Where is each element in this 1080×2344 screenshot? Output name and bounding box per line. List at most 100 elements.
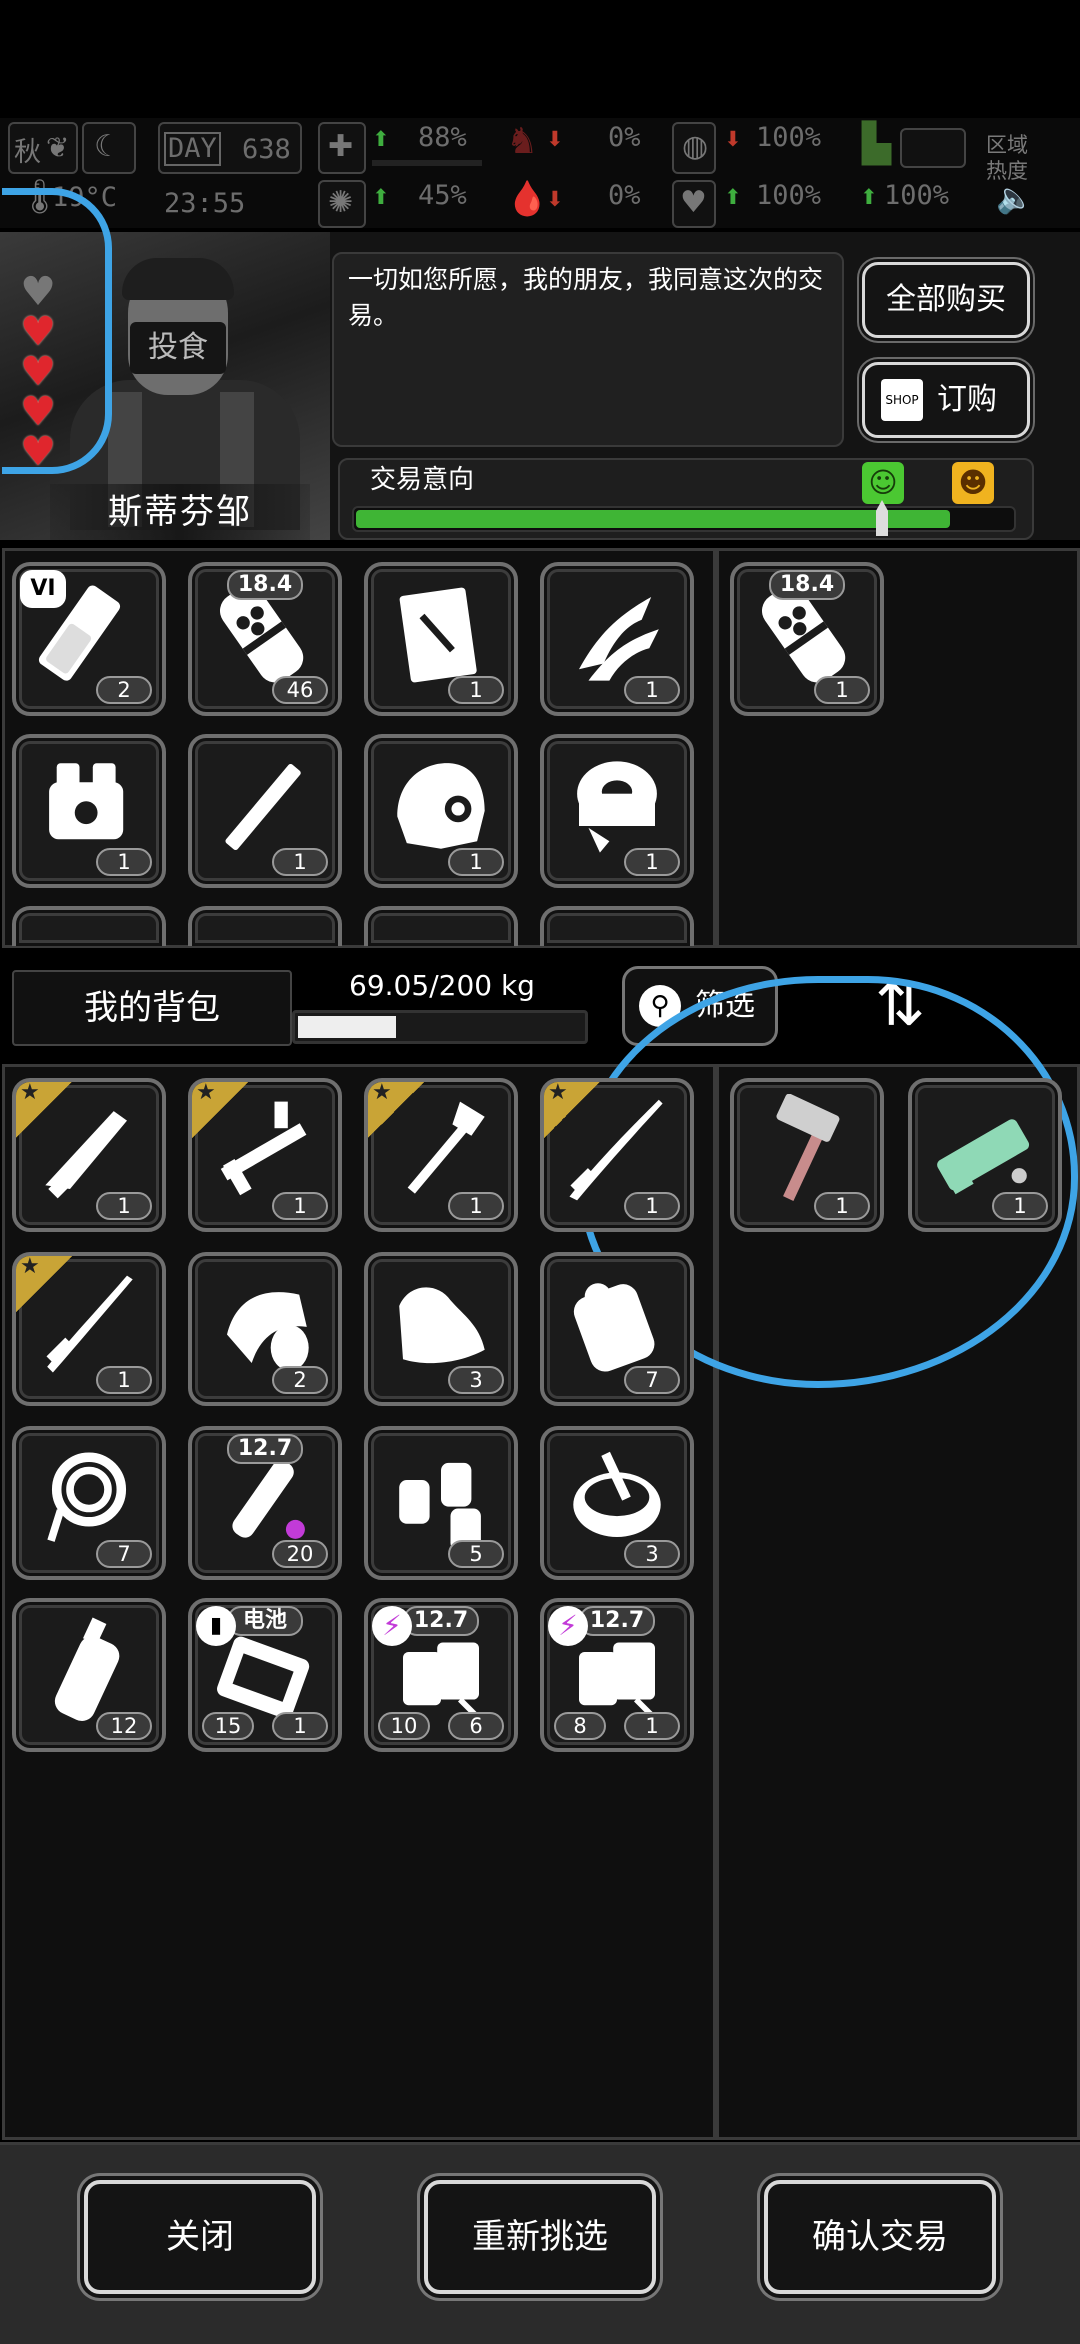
item-count: 1 — [992, 1192, 1048, 1220]
item-slot-partial[interactable] — [540, 906, 694, 946]
happy-face-icon: ☺ — [862, 462, 904, 504]
rope-icon — [47, 1452, 127, 1542]
item-count: 1 — [272, 1712, 328, 1740]
trade-intent-label: 交易意向 — [370, 465, 475, 495]
item-count: 1 — [624, 1712, 680, 1740]
item-slot-scroll[interactable]: 7 — [540, 1252, 694, 1406]
battery-icon: ▮ — [196, 1606, 236, 1646]
item-count: 1 — [96, 848, 152, 876]
season-indicator: 秋 ❦ — [8, 122, 78, 174]
stomach-icon: ◍ — [682, 129, 709, 164]
item-slot-katana[interactable]: ★ 1 — [540, 1078, 694, 1232]
spray-bottles-icon — [399, 1462, 481, 1551]
item-slot-bowl[interactable]: 3 — [540, 1426, 694, 1580]
weather-indicator: ☾ — [82, 122, 136, 174]
item-slot-ammo-18-4[interactable]: 18.4 1 — [730, 562, 884, 716]
energy-ammo-icon: ⚡ — [372, 1606, 412, 1646]
item-slot-plasma-gun[interactable]: 1 — [908, 1078, 1062, 1232]
item-slot-bandage[interactable]: 2 — [188, 1252, 342, 1406]
item-count: 1 — [624, 1192, 680, 1220]
item-slot-metal-rod[interactable]: 1 — [188, 734, 342, 888]
bleed-down-arrow: ⬇ — [546, 127, 564, 151]
item-slot-partial[interactable] — [12, 906, 166, 946]
season-label: 秋 — [14, 137, 41, 168]
order-button[interactable]: SHOP 订购 — [862, 362, 1030, 438]
item-count: 1 — [96, 1366, 152, 1394]
item-count: 1 — [814, 1192, 870, 1220]
item-slot-partial[interactable] — [188, 906, 342, 946]
blood-drop-icon: 🩸 — [506, 179, 549, 219]
equipment-bars — [900, 128, 966, 168]
item-slot-rope[interactable]: 7 — [12, 1426, 166, 1580]
health-bar — [372, 160, 482, 166]
item-slot-battery-pack[interactable]: 电池 15 1 ▮ — [188, 1598, 342, 1752]
item-slot-machete[interactable]: ★ 1 — [12, 1078, 166, 1232]
item-slot-hammer[interactable]: 1 — [730, 1078, 884, 1232]
favorite-star-icon: ★ — [192, 1082, 252, 1142]
item-slot-ammo-18-4[interactable]: 18.4 46 — [188, 562, 342, 716]
claws-icon — [579, 597, 659, 681]
food-stat: ◍ — [672, 122, 716, 174]
item-count: 1 — [448, 1192, 504, 1220]
item-count: 1 — [96, 1192, 152, 1220]
item-slot-rifle[interactable]: ★ 1 — [188, 1078, 342, 1232]
secondary-count: 8 — [554, 1712, 606, 1740]
weight-bar — [292, 1010, 588, 1044]
mood-percent: 45% — [418, 180, 467, 211]
cloth-icon — [399, 1287, 485, 1364]
item-count: 2 — [272, 1366, 328, 1394]
item-slot-bottle[interactable]: 12 — [12, 1598, 166, 1752]
day-value: 638 — [242, 134, 291, 165]
caliber-tag: 12.7 — [227, 1434, 303, 1464]
item-slot-vial-vi[interactable]: VI 2 — [12, 562, 166, 716]
item-count: 7 — [96, 1540, 152, 1568]
bleed2-percent: 0% — [608, 180, 641, 211]
confirm-trade-button[interactable]: 确认交易 — [764, 2180, 996, 2294]
speaker-icon[interactable]: 🔈 — [996, 184, 1033, 214]
bandage-icon — [227, 1292, 309, 1371]
item-slot-shovel[interactable]: ★ 1 — [364, 1078, 518, 1232]
favorite-star-icon: ★ — [368, 1082, 428, 1142]
weight-readout: 69.05/200 kg — [349, 969, 535, 1002]
shop-cart-icon: SHOP — [881, 379, 923, 421]
item-slot-engine[interactable]: 1 — [12, 734, 166, 888]
item-slot-spool[interactable]: 1 — [540, 734, 694, 888]
caliber-tag: 12.7 — [403, 1606, 479, 1636]
item-slot-magazine-12-7-b[interactable]: 12.7 8 1 ⚡ — [540, 1598, 694, 1752]
mood-up-arrow: ⬆ — [372, 185, 390, 209]
close-button[interactable]: 关闭 — [84, 2180, 316, 2294]
brain-stat: ✺ — [318, 180, 366, 228]
brain-icon: ✺ — [328, 185, 354, 220]
item-count: 12 — [96, 1712, 152, 1740]
item-slot-sword[interactable]: ★ 1 — [12, 1252, 166, 1406]
item-count: 1 — [624, 848, 680, 876]
medkit-icon: ✚ — [328, 129, 354, 164]
body-icon: ♞ — [506, 121, 539, 162]
secondary-count: 15 — [202, 1712, 254, 1740]
item-count: 20 — [272, 1540, 328, 1568]
buy-all-button[interactable]: 全部购买 — [862, 262, 1030, 338]
reselect-button[interactable]: 重新挑选 — [424, 2180, 656, 2294]
item-slot-partial[interactable] — [364, 906, 518, 946]
day-label: DAY — [164, 132, 221, 166]
item-slot-claws[interactable]: 1 — [540, 562, 694, 716]
item-slot-document[interactable]: 1 — [364, 562, 518, 716]
favorite-star-icon: ★ — [544, 1082, 604, 1142]
item-count: 46 — [272, 676, 328, 704]
item-slot-cloth[interactable]: 3 — [364, 1252, 518, 1406]
metal-rod-icon — [225, 763, 301, 851]
merchant-mask: 投食 — [130, 322, 226, 374]
order-label: 订购 — [937, 382, 997, 417]
caliber-tag: 18.4 — [227, 570, 303, 600]
helmet-icon — [397, 763, 485, 849]
favorite-star-icon: ★ — [16, 1256, 76, 1316]
item-slot-helmet[interactable]: 1 — [364, 734, 518, 888]
food-arrow: ⬇ — [724, 127, 742, 151]
item-slot-magazine-12-7[interactable]: 12.7 10 6 ⚡ — [364, 1598, 518, 1752]
grin-face-icon: ☻ — [952, 462, 994, 504]
bottle-icon — [54, 1617, 120, 1721]
scroll-icon — [573, 1283, 655, 1372]
item-slot-bullet-12-7[interactable]: 12.7 20 — [188, 1426, 342, 1580]
item-slot-spray-bottles[interactable]: 5 — [364, 1426, 518, 1580]
heart-stat: ♥ — [672, 180, 716, 228]
